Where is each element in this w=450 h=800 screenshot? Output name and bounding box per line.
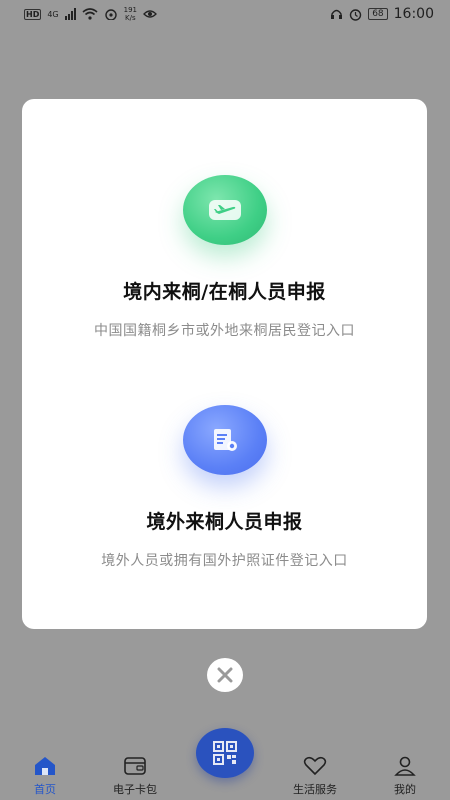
headset-icon [331, 9, 343, 19]
tab-life-services-label: 生活服务 [293, 783, 337, 796]
document-icon [213, 429, 237, 451]
wifi-icon [82, 8, 98, 20]
tab-mine-label: 我的 [394, 783, 416, 796]
heart-icon [303, 756, 327, 776]
tab-home-label: 首页 [34, 783, 56, 796]
overseas-entry-subtitle: 境外人员或拥有国外护照证件登记入口 [101, 553, 348, 569]
qr-code-button[interactable] [196, 728, 254, 778]
close-button[interactable] [207, 658, 243, 692]
eye-icon [143, 10, 157, 18]
home-icon [35, 757, 55, 775]
domestic-entry-icon-circle[interactable] [182, 175, 267, 245]
domestic-declaration-entry[interactable]: 境内来桐/在桐人员申报 中国国籍桐乡市或外地来桐居民登记入口 [22, 175, 427, 340]
alarm-icon [349, 8, 362, 21]
hd-badge: HD [24, 8, 42, 20]
tab-home[interactable]: 首页 [10, 756, 80, 797]
battery-icon: 68 [368, 8, 388, 20]
hotspot-icon [104, 9, 117, 20]
overseas-entry-icon-circle[interactable] [182, 405, 267, 475]
domestic-entry-subtitle: 中国国籍桐乡市或外地来桐居民登记入口 [94, 323, 355, 339]
card-wallet-icon [124, 757, 146, 775]
close-icon [217, 667, 233, 683]
network-type: 4G [47, 9, 59, 19]
overseas-entry-title: 境外来桐人员申报 [146, 511, 303, 533]
domestic-entry-title: 境内来桐/在桐人员申报 [123, 281, 326, 303]
signal-icon [64, 8, 76, 20]
status-bar: HD 4G 191 K/s 68 16:00 [0, 0, 450, 28]
declaration-dialog: 境内来桐/在桐人员申报 中国国籍桐乡市或外地来桐居民登记入口 境外来桐人员申报 … [22, 99, 427, 629]
tab-mine[interactable]: 我的 [370, 756, 440, 797]
status-left: HD 4G 191 K/s [24, 6, 157, 22]
tab-life-services[interactable]: 生活服务 [280, 756, 350, 797]
status-right: 68 16:00 [330, 6, 434, 22]
clock-time: 16:00 [393, 6, 434, 22]
airplane-icon [208, 200, 241, 220]
tab-card-wallet-label: 电子卡包 [113, 783, 157, 796]
tab-card-wallet[interactable]: 电子卡包 [100, 756, 170, 797]
overseas-declaration-entry[interactable]: 境外来桐人员申报 境外人员或拥有国外护照证件登记入口 [22, 405, 427, 570]
network-speed: 191 K/s [123, 6, 138, 22]
qr-code-icon [213, 741, 237, 765]
person-icon [394, 756, 416, 776]
